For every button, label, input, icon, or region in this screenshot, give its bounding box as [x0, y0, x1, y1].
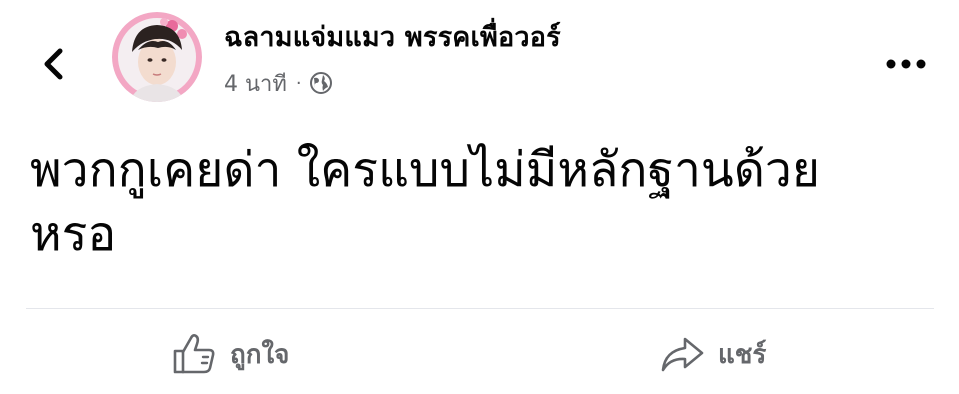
more-options-button[interactable] [880, 44, 932, 84]
meta-separator: · [295, 72, 302, 94]
share-button[interactable]: แชร์ [660, 330, 766, 378]
action-divider [26, 308, 934, 309]
post-meta: 4 นาที · [224, 66, 333, 100]
thumbs-up-icon [173, 334, 215, 374]
back-button[interactable] [34, 44, 74, 84]
avatar-image [112, 12, 202, 102]
share-label: แชร์ [718, 339, 767, 370]
share-arrow-icon [661, 337, 704, 372]
like-button[interactable]: ถูกใจ [172, 330, 289, 378]
author-name[interactable]: ฉลามแจ่มแมว พรรคเพื่อวอร์ [224, 20, 561, 56]
post-timestamp[interactable]: 4 นาที [224, 66, 287, 101]
post-body: พวกกูเคยด่า ใครแบบไม่มีหลักฐานด้วย หรอ [30, 138, 930, 266]
globe-icon [309, 72, 332, 94]
post-text-line-2: หรอ [30, 206, 117, 262]
avatar[interactable] [112, 12, 202, 102]
post-text-line-1: พวกกูเคยด่า ใครแบบไม่มีหลักฐานด้วย [30, 142, 820, 198]
ellipsis-icon [886, 59, 926, 69]
like-label: ถูกใจ [230, 339, 290, 370]
chevron-left-icon [44, 48, 63, 80]
